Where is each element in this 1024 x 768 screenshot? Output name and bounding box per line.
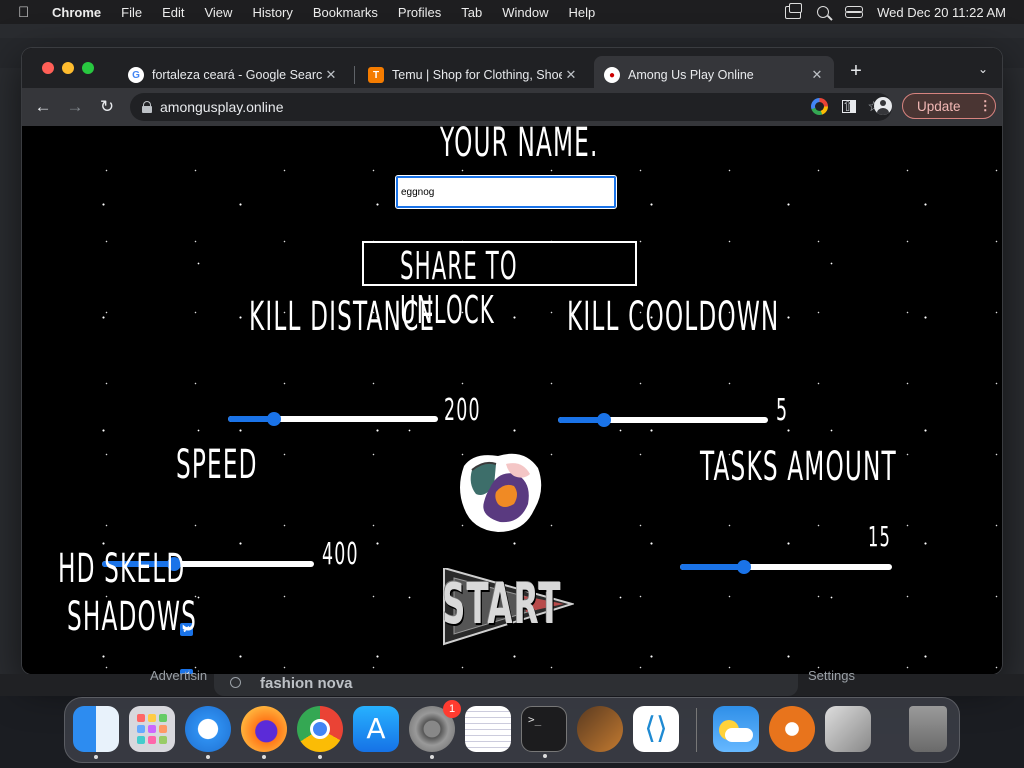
- menu-bookmarks[interactable]: Bookmarks: [313, 5, 378, 20]
- kill-cooldown-label: KILL COOLDOWN: [567, 294, 780, 340]
- boot-camp-icon[interactable]: [825, 706, 871, 752]
- kill-distance-value: 200: [444, 393, 481, 428]
- chrome-icon[interactable]: [297, 706, 343, 759]
- menu-tab[interactable]: Tab: [461, 5, 482, 20]
- new-tab-button[interactable]: +: [844, 60, 868, 83]
- tab-search-chevron-icon[interactable]: ⌄: [978, 62, 988, 76]
- tab-title: Among Us Play Online: [628, 68, 754, 82]
- close-tab-icon[interactable]: ✕: [562, 67, 580, 83]
- advertising-link[interactable]: Advertisin: [150, 668, 207, 683]
- finder-icon[interactable]: [73, 706, 119, 759]
- tab-title: fortaleza ceará - Google Search: [152, 68, 322, 82]
- name-heading: YOUR NAME.: [440, 126, 599, 166]
- slider-thumb[interactable]: [267, 412, 282, 426]
- profile-avatar-icon[interactable]: [874, 97, 892, 115]
- background-search-box[interactable]: fashion nova: [214, 674, 798, 696]
- reload-button[interactable]: ↻: [96, 96, 118, 118]
- app-store-icon[interactable]: A: [353, 706, 399, 752]
- kill-cooldown-slider[interactable]: [558, 413, 768, 427]
- menu-bar:  Chrome File Edit View History Bookmark…: [0, 0, 1024, 24]
- slider-fill: [680, 564, 744, 570]
- google-lens-icon[interactable]: [810, 98, 828, 115]
- minimize-window-button[interactable]: [62, 62, 74, 74]
- skeld-map-icon[interactable]: [454, 446, 546, 538]
- instruments-icon[interactable]: [769, 706, 815, 752]
- start-button[interactable]: START: [434, 566, 576, 648]
- browser-toolbar: ← → ↻ amongusplay.online ⇧ ☆ Update ⋮: [22, 88, 1002, 126]
- terminal-icon[interactable]: >_: [521, 706, 567, 758]
- menu-view[interactable]: View: [204, 5, 232, 20]
- garageband-icon[interactable]: [577, 706, 623, 752]
- launchpad-icon[interactable]: [129, 706, 175, 752]
- tasks-amount-slider[interactable]: [680, 560, 892, 574]
- among-us-icon: ●: [604, 67, 620, 83]
- stage-manager-icon[interactable]: [785, 2, 803, 19]
- search-icon: [230, 677, 241, 688]
- player-name-input[interactable]: [395, 175, 617, 209]
- close-window-button[interactable]: [42, 62, 54, 74]
- start-label: START: [442, 572, 562, 637]
- menu-file[interactable]: File: [121, 5, 142, 20]
- settings-link[interactable]: Settings: [808, 668, 855, 683]
- slider-thumb[interactable]: [597, 413, 612, 427]
- forward-button[interactable]: →: [64, 96, 86, 118]
- side-panel-icon[interactable]: [842, 99, 856, 113]
- menu-profiles[interactable]: Profiles: [398, 5, 441, 20]
- speed-value: 400: [322, 537, 359, 572]
- spotlight-search-icon[interactable]: [817, 6, 830, 18]
- tasks-amount-label: TASKS AMOUNT: [700, 444, 897, 490]
- dock: A 1 >_ ⟨⟩: [64, 697, 960, 763]
- menubar-clock[interactable]: Wed Dec 20 11:22 AM: [877, 5, 1006, 20]
- menu-edit[interactable]: Edit: [162, 5, 184, 20]
- address-bar[interactable]: amongusplay.online ⇧ ☆: [130, 93, 892, 121]
- weather-icon[interactable]: [713, 706, 759, 752]
- back-button[interactable]: ←: [32, 96, 54, 118]
- close-tab-icon[interactable]: ✕: [808, 67, 826, 83]
- dock-separator: [696, 708, 697, 752]
- tasks-amount-value: 15: [868, 520, 891, 553]
- menu-app-name[interactable]: Chrome: [52, 5, 101, 20]
- close-tab-icon[interactable]: ✕: [322, 67, 340, 83]
- menu-help[interactable]: Help: [569, 5, 596, 20]
- menu-history[interactable]: History: [252, 5, 292, 20]
- kill-cooldown-value: 5: [776, 393, 789, 428]
- hd-skeld-label: HD SKELD: [58, 546, 186, 592]
- slider-thumb[interactable]: [736, 560, 751, 574]
- apple-menu-icon[interactable]: : [18, 4, 34, 21]
- safari-icon[interactable]: [185, 706, 231, 759]
- background-search-text[interactable]: fashion nova: [260, 675, 353, 692]
- trash-icon[interactable]: [909, 706, 947, 752]
- system-settings-icon[interactable]: 1: [409, 700, 461, 759]
- share-to-unlock-button[interactable]: SHARE TO UNLOCK: [362, 241, 637, 332]
- temu-icon: T: [368, 67, 384, 83]
- lock-icon[interactable]: [142, 101, 152, 113]
- kill-distance-slider[interactable]: [228, 412, 438, 426]
- browser-window: G fortaleza ceará - Google Search ✕ T Te…: [22, 48, 1002, 674]
- textedit-icon[interactable]: [465, 706, 511, 752]
- notification-badge: 1: [443, 700, 461, 718]
- menu-window[interactable]: Window: [502, 5, 548, 20]
- tab-title: Temu | Shop for Clothing, Shoes: [392, 68, 562, 82]
- update-label: Update: [917, 98, 961, 114]
- kill-distance-label: KILL DISTANCE: [249, 294, 436, 340]
- fullscreen-window-button[interactable]: [82, 62, 94, 74]
- shadows-label: SHADOWS: [67, 594, 197, 640]
- background-page-strip: Advertisin fashion nova Settings: [0, 668, 1024, 696]
- firefox-icon[interactable]: [241, 706, 287, 759]
- url-text[interactable]: amongusplay.online: [160, 99, 284, 115]
- game-settings-panel: YOUR NAME. SHARE TO UNLOCK KILL DISTANCE…: [22, 126, 1002, 674]
- speed-label: SPEED: [176, 442, 258, 488]
- update-button[interactable]: Update ⋮: [902, 93, 996, 119]
- control-center-icon[interactable]: [845, 6, 864, 18]
- vscode-icon[interactable]: ⟨⟩: [633, 706, 679, 752]
- more-menu-icon[interactable]: ⋮: [979, 98, 993, 114]
- google-icon: G: [128, 67, 144, 83]
